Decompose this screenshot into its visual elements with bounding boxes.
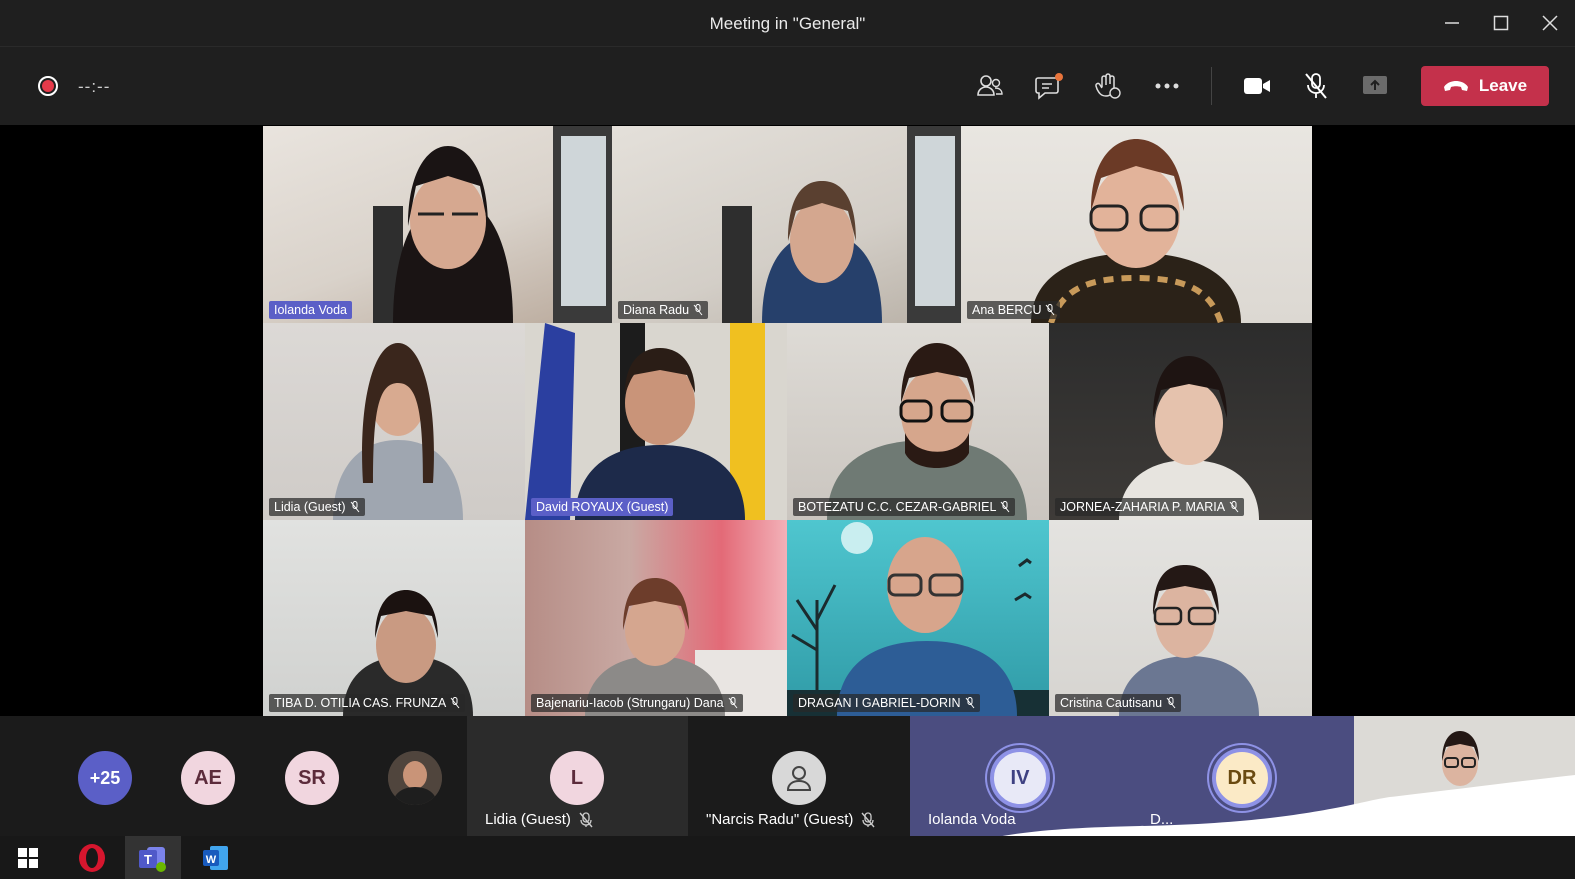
mic-off-icon [1305,73,1327,99]
maximize-icon [1493,15,1509,31]
video-tile[interactable]: BOTEZATU C.C. CEZAR-GABRIEL [787,323,1049,520]
participant-name-tag: David ROYAUX (Guest) [531,498,674,516]
mic-muted-icon [579,811,593,827]
participant-video [722,126,961,323]
participant-video [525,323,765,520]
participant-name-tag: Diana Radu [618,301,709,319]
mic-muted-icon [693,304,703,316]
avatar[interactable]: SR [285,751,339,805]
video-tile[interactable]: Cristina Cautisanu [1049,520,1312,716]
more-options-button[interactable] [1149,69,1185,103]
mic-muted-icon [861,811,875,827]
participant-video [373,126,612,323]
more-participants-button[interactable]: +25 [78,751,132,805]
participant-name-tag: JORNEA-ZAHARIA P. MARIA [1055,498,1245,516]
opera-taskbar-button[interactable] [64,836,120,879]
word-icon: W [203,845,228,870]
participant-video [1031,139,1241,323]
participant-video [1119,565,1259,716]
mic-muted-icon [728,697,737,709]
teams-icon: T [139,846,166,872]
maximize-button[interactable] [1486,8,1516,38]
avatar-photo[interactable] [388,751,442,805]
window-title: Meeting in "General" [709,14,866,33]
participant-name-tag: Lidia (Guest) [269,498,365,516]
participant-name-tag: TIBA D. OTILIA CAS. FRUNZA [269,694,466,712]
meeting-timer: --:-- [78,77,111,96]
mic-muted-icon [450,697,460,709]
video-tile[interactable]: JORNEA-ZAHARIA P. MARIA [1049,323,1312,520]
phone-hangup-icon [1443,81,1468,91]
participant-name-tag: DRAGAN I GABRIEL-DORIN [793,694,980,712]
participant-photo [388,751,442,805]
video-tile[interactable]: Bajenariu-Iacob (Strungaru) Dana [525,520,787,716]
participant-tile-name: Lidia (Guest) [485,811,593,828]
participant-video [827,343,1027,520]
participant-name-tag: BOTEZATU C.C. CEZAR-GABRIEL [793,498,1016,516]
video-tile[interactable]: Lidia (Guest) [263,323,525,520]
participant-strip: +25 AE SR L Lidia (Guest) "Narcis Radu" … [0,716,1575,879]
windows-logo-icon [18,847,38,868]
participant-name-tag: Iolanda Voda [269,301,352,319]
share-screen-button[interactable] [1357,69,1393,103]
participant-name-tag: Bajenariu-Iacob (Strungaru) Dana [531,694,743,712]
video-tile[interactable]: Iolanda Voda [263,126,612,323]
svg-text:T: T [144,852,152,867]
mic-muted-icon [1001,501,1010,513]
participant-tile[interactable]: L Lidia (Guest) [467,716,688,836]
video-tile[interactable]: Diana Radu [612,126,961,323]
participant-video [787,522,1049,716]
leave-label: Leave [1478,76,1528,95]
windows-taskbar: T W [0,836,1575,879]
mic-muted-icon [1229,501,1239,513]
video-tile[interactable]: David ROYAUX (Guest) [525,323,787,520]
close-window-button[interactable] [1535,8,1565,38]
camera-button[interactable] [1239,69,1275,103]
mic-toggle-button[interactable] [1298,69,1334,103]
participant-video [1119,356,1259,520]
mic-muted-icon [350,501,359,513]
participant-video [343,590,473,716]
leave-button[interactable]: Leave [1421,66,1549,106]
toolbar-divider [1211,67,1212,105]
camera-icon [1244,78,1270,94]
participant-tile[interactable]: "Narcis Radu" (Guest) [688,716,910,836]
opera-icon [79,843,105,872]
video-tile[interactable]: Ana BERCU [961,126,1312,323]
recording-indicator-icon [38,76,58,96]
share-icon [1363,76,1387,94]
person-icon [772,751,826,805]
meeting-toolbar: --:-- Leave [0,47,1575,125]
avatar: L [550,751,604,805]
minimize-icon [1445,22,1459,24]
chat-icon [1035,73,1063,100]
reactions-icon [1095,73,1121,99]
more-options-icon [1155,83,1179,89]
title-bar: Meeting in "General" [0,0,1575,47]
video-grid: Iolanda Voda Diana Radu Ana BERCU Lidia … [263,126,1312,716]
participant-tile-name: "Narcis Radu" (Guest) [706,811,875,828]
mic-muted-icon [1046,304,1055,316]
chat-button[interactable] [1031,69,1067,103]
word-taskbar-button[interactable]: W [188,836,244,879]
close-icon [1542,15,1558,31]
participant-name-tag: Ana BERCU [967,301,1061,319]
teams-meeting-window: Meeting in "General" --:-- Leave Iolanda… [0,0,1575,879]
minimize-button[interactable] [1437,8,1467,38]
participants-icon [977,75,1003,96]
participant-video [585,578,787,716]
video-tile[interactable]: TIBA D. OTILIA CAS. FRUNZA [263,520,525,716]
mic-muted-icon [965,697,974,709]
participant-name-tag: Cristina Cautisanu [1055,694,1182,712]
video-tile[interactable]: DRAGAN I GABRIEL-DORIN [787,520,1049,716]
mic-muted-icon [1166,697,1176,709]
start-button[interactable] [0,836,56,879]
participants-button[interactable] [972,69,1008,103]
reactions-button[interactable] [1090,69,1126,103]
teams-taskbar-button[interactable]: T [125,836,181,879]
svg-text:W: W [206,854,217,866]
avatar[interactable]: AE [181,751,235,805]
participant-video [333,343,463,520]
